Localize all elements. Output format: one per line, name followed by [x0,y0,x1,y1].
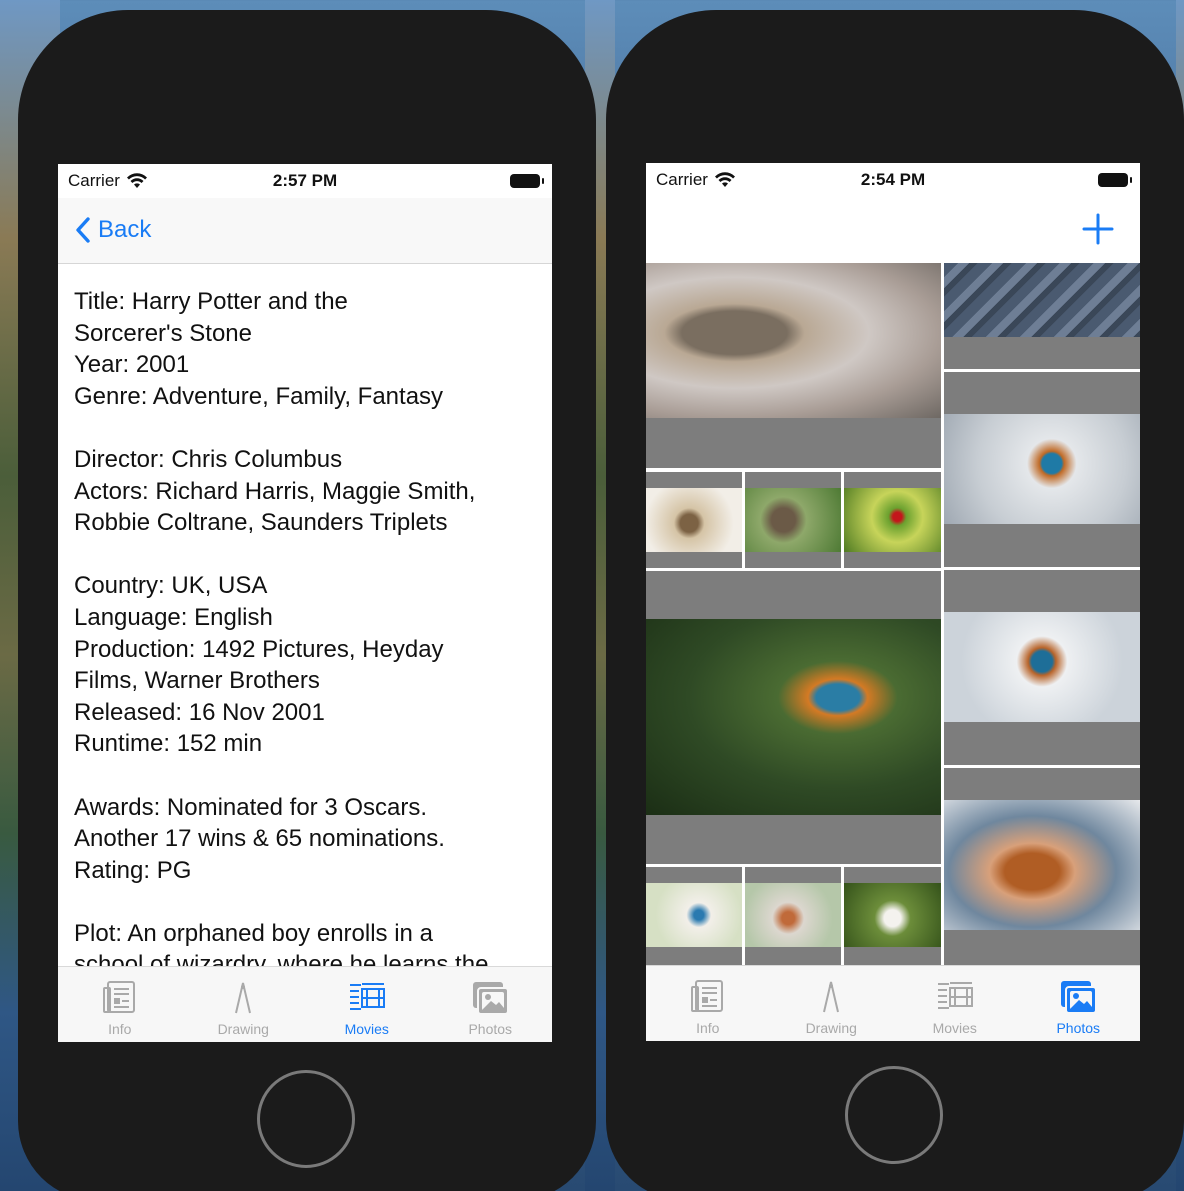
tab-photos-label: Photos [1056,1020,1101,1036]
drawing-icon [823,981,840,1013]
tab-movies-label: Movies [932,1020,977,1036]
photo-owl [646,488,742,552]
detail-line: Films, Warner Brothers [74,667,320,695]
tab-bar: Info Drawing Movies Photos [58,966,552,1042]
detail-line: Another 17 wins & 65 nominations. [74,825,445,853]
detail-line: Plot: An orphaned boy enrolls in a [74,919,433,947]
detail-line: Rating: PG [74,856,192,884]
info-icon [102,981,135,1013]
movie-details-text: Title: Harry Potter and the Sorcerer's St… [74,286,540,981]
tab-movies[interactable]: Movies [305,967,429,1042]
photo-bird [646,883,742,947]
movie-detail-screen: Carrier 2:57 PM Back Title: Harry Potter… [58,164,552,1042]
photos-icon [1061,981,1098,1014]
photo-dog [844,883,941,947]
tab-info[interactable]: Info [58,967,182,1042]
tab-movies[interactable]: Movies [893,966,1017,1041]
navigation-bar: Back [58,198,552,264]
back-label: Back [98,216,152,243]
detail-line: Actors: Richard Harris, Maggie Smith, [74,477,476,505]
tab-drawing[interactable]: Drawing [770,966,894,1041]
home-button[interactable] [845,1066,943,1164]
photo-kingfisher [944,612,1140,722]
movies-icon [937,982,973,1009]
battery-icon [510,174,544,188]
photo-squirrel [944,800,1140,930]
tab-photos[interactable]: Photos [1017,966,1141,1041]
photo-cell[interactable] [646,867,742,965]
status-time: 2:57 PM [272,171,338,190]
home-button[interactable] [257,1070,355,1168]
battery-icon [1098,173,1132,187]
photo-cell[interactable] [844,867,941,965]
tab-info-label: Info [108,1021,132,1037]
photo-cell[interactable] [646,571,941,864]
detail-line: Awards: Nominated for 3 Oscars. [74,793,428,821]
photos-icon [473,982,510,1015]
tab-drawing-label: Drawing [217,1021,269,1037]
detail-line: Sorcerer's Stone [74,319,252,347]
info-icon [690,980,723,1012]
simulator-phone-right: Carrier 2:54 PM Info Drawing Movies Phot… [606,10,1184,1191]
detail-line: Runtime: 152 min [74,730,263,758]
photo-cell[interactable] [646,263,941,468]
photo-cell[interactable] [944,263,1140,369]
tab-info-label: Info [696,1020,720,1036]
photo-cell[interactable] [944,372,1140,567]
detail-line: Released: 16 Nov 2001 [74,698,325,726]
tab-photos[interactable]: Photos [429,967,553,1042]
status-bar: Carrier 2:54 PM [646,163,1140,197]
photo-cell[interactable] [646,472,742,568]
chevron-left-icon [76,217,90,243]
photo-owl [745,488,841,552]
movies-icon [349,983,385,1010]
photo-cell[interactable] [745,867,841,965]
photo-kingfisher [646,619,941,815]
photos-screen: Carrier 2:54 PM Info Drawing Movies Phot… [646,163,1140,1041]
detail-line: Language: English [74,603,273,631]
photo-cat [944,263,1140,337]
plus-icon[interactable] [1076,207,1120,251]
photo-kingfisher [944,414,1140,524]
photo-cell[interactable] [944,570,1140,765]
back-button[interactable]: Back [70,214,151,246]
tab-info[interactable]: Info [646,966,770,1041]
drawing-icon [235,982,252,1014]
photo-cell[interactable] [844,472,941,568]
photo-ladybug [844,488,941,552]
photo-cell[interactable] [944,768,1140,965]
navigation-bar [646,197,1140,263]
tab-drawing-label: Drawing [805,1020,857,1036]
detail-line: Robbie Coltrane, Saunders Triplets [74,509,448,537]
detail-line: Country: UK, USA [74,572,268,600]
photo-cell[interactable] [745,472,841,568]
photo-hedgehog [646,263,941,418]
tab-photos-label: Photos [468,1021,513,1037]
detail-line: Title: Harry Potter and the [74,288,348,315]
photo-bird [745,883,841,947]
detail-line: Genre: Adventure, Family, Fantasy [74,382,444,410]
detail-line: Production: 1492 Pictures, Heyday [74,635,444,663]
tab-bar: Info Drawing Movies Photos [646,965,1140,1041]
photo-grid [646,263,1140,965]
detail-line: Director: Chris Columbus [74,445,343,473]
simulator-phone-left: Carrier 2:57 PM Back Title: Harry Potter… [18,10,596,1191]
tab-drawing[interactable]: Drawing [182,967,306,1042]
tab-movies-label: Movies [344,1021,389,1037]
status-time: 2:54 PM [860,170,926,189]
detail-line: Year: 2001 [74,351,190,379]
status-bar: Carrier 2:57 PM [58,164,552,198]
